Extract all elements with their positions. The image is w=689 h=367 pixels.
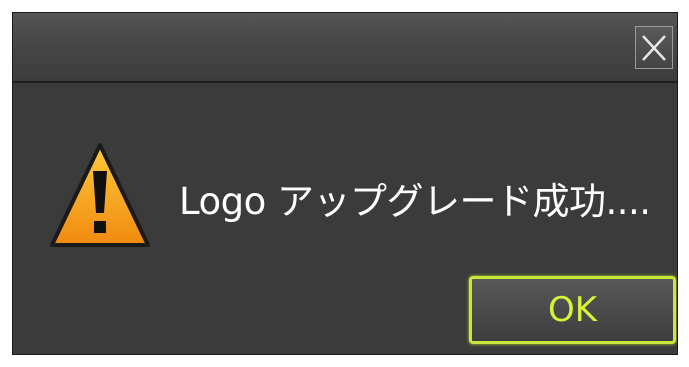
dialog-message: Logo アップグレード成功.... [179, 180, 651, 223]
upgrade-dialog: Logo アップグレード成功.... OK [12, 12, 678, 355]
dialog-body: Logo アップグレード成功.... OK [13, 83, 677, 354]
ok-button[interactable]: OK [469, 276, 676, 344]
dialog-titlebar [13, 13, 677, 83]
warning-triangle-icon [50, 143, 150, 247]
close-icon [642, 34, 666, 61]
close-button[interactable] [635, 26, 673, 69]
